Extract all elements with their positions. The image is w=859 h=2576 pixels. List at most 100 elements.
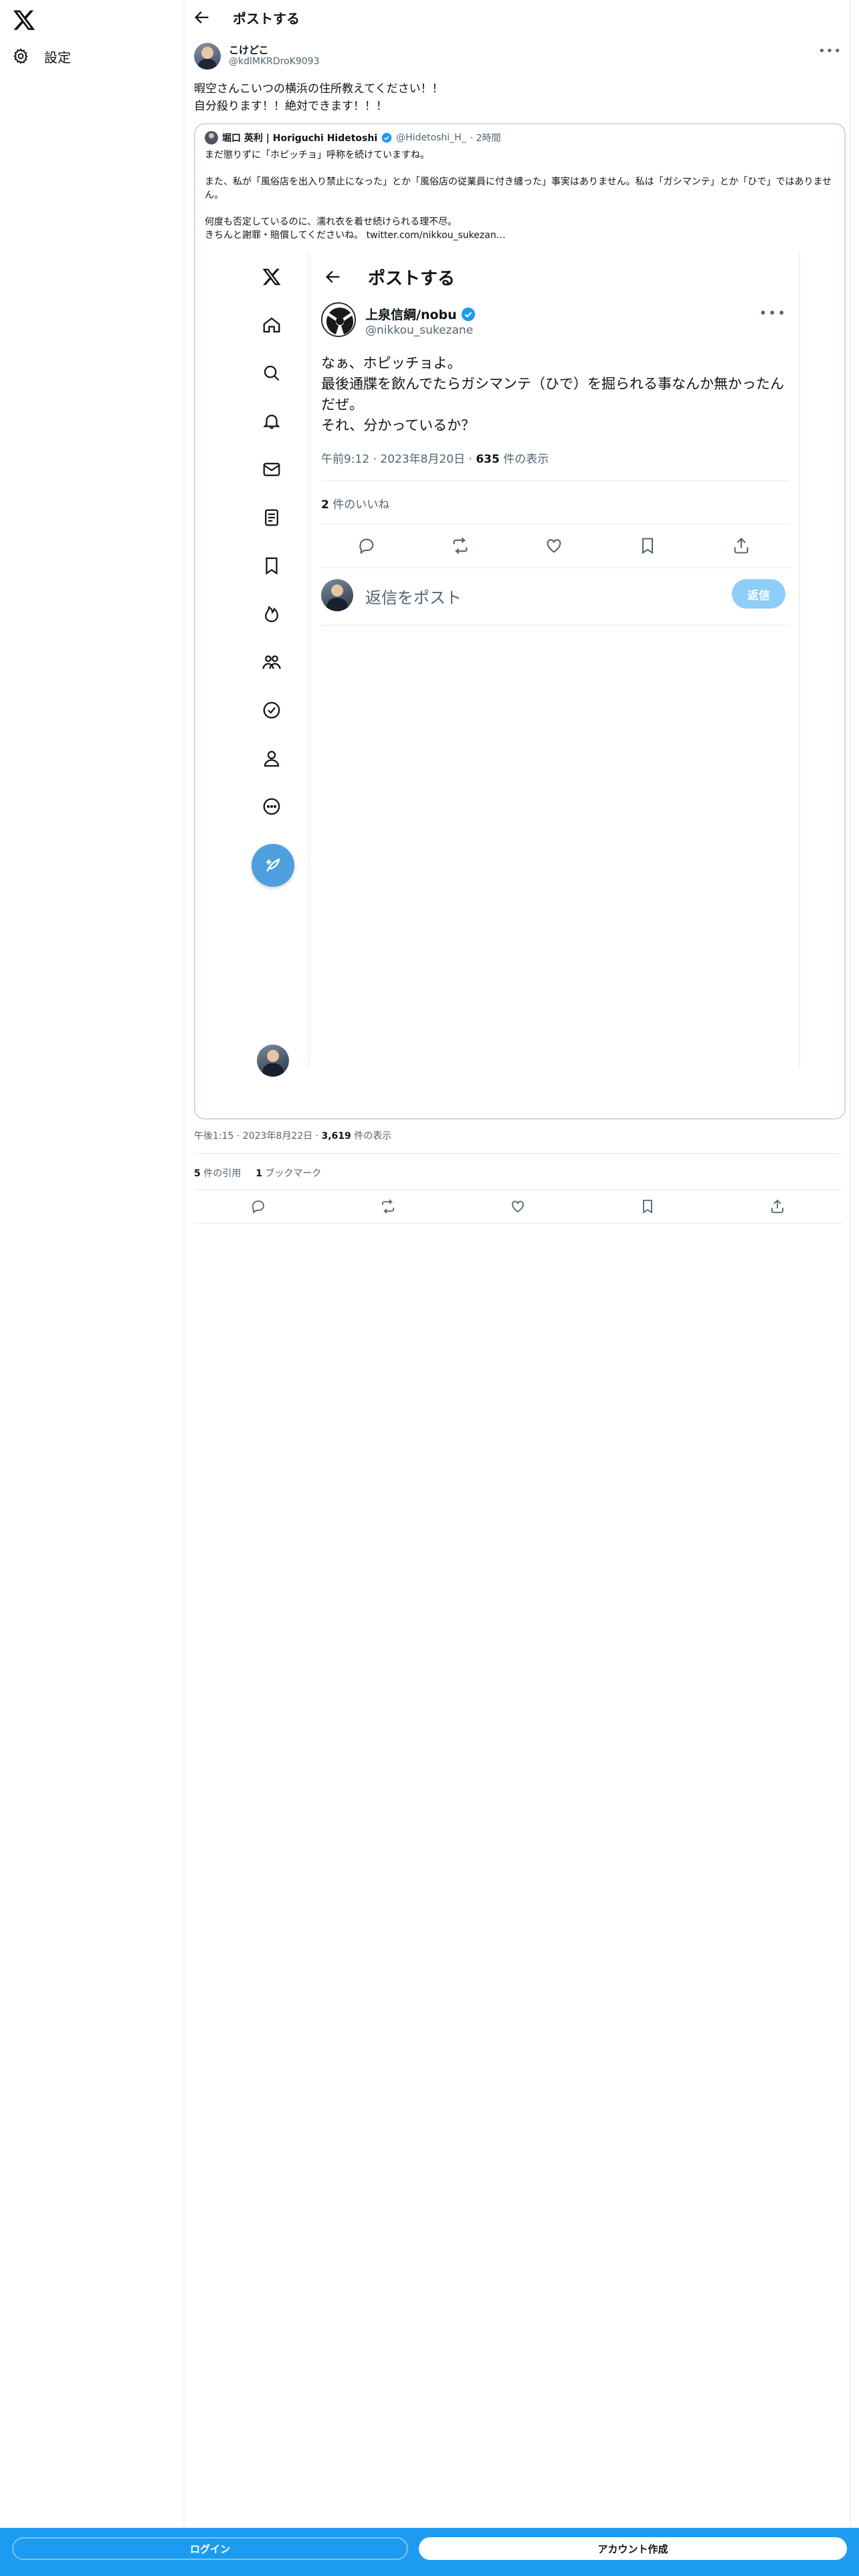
page-header: ポストする: [185, 0, 851, 36]
screenshot-x-logo-icon: [257, 262, 286, 292]
divider: [321, 567, 789, 568]
divider: [321, 523, 789, 524]
back-arrow-icon[interactable]: [193, 8, 211, 27]
search-icon: [257, 358, 286, 388]
mail-icon: [257, 455, 286, 484]
screenshot-reply-button: 返信: [732, 579, 785, 609]
screenshot-author-name-row: 上泉信綱/nobu: [365, 305, 476, 323]
screenshot-reply-avatar: [321, 579, 353, 611]
quotes-count: 5: [194, 1168, 201, 1179]
bookmarks-count: 1: [256, 1168, 262, 1179]
screenshot-back-arrow-icon: [326, 271, 340, 283]
screenshot-more-icon: •••: [759, 305, 787, 321]
screenshot-meta-views: 635: [476, 453, 500, 466]
screenshot-text-line: なぁ、ホピッチョよ。: [321, 355, 462, 371]
home-icon: [257, 310, 286, 340]
quoted-paragraph-text: きちんと謝罪・賠償してくださいね。: [205, 230, 364, 241]
post-view-label: 件の表示: [354, 1131, 392, 1142]
quoted-post-header: 堀口 英利 | Horiguchi Hidetoshi @Hidetoshi_H…: [205, 131, 501, 144]
post-text-line: 暇空さんこいつの横浜の住所教えてください！！: [194, 82, 444, 96]
quoted-author-name: 堀口 英利 | Horiguchi Hidetoshi: [222, 133, 378, 144]
like-icon: [547, 539, 561, 553]
bookmark-icon: [257, 551, 286, 580]
screenshot-reply-placeholder: 返信をポスト: [365, 588, 462, 607]
login-button[interactable]: ログイン: [12, 2537, 408, 2560]
repost-icon[interactable]: [380, 1198, 396, 1214]
signup-button[interactable]: アカウント作成: [419, 2537, 847, 2560]
divider: [321, 625, 789, 626]
post-action-bar: [194, 1196, 843, 1220]
screenshot-author-name: 上泉信綱/nobu: [365, 308, 457, 322]
list-icon: [257, 503, 286, 532]
quoted-paragraph-last: きちんと謝罪・賠償してくださいね。 twitter.com/nikkou_suk…: [205, 229, 836, 242]
screenshot-text-line: それ、分かっているか？: [321, 417, 476, 433]
main-column: ポストする こけどこ @kdlMKRDroK9093 ••• 暇空さんこいつの横…: [185, 0, 851, 2528]
bookmark-icon: [642, 538, 654, 554]
divider: [194, 1222, 843, 1224]
share-icon: [734, 538, 749, 554]
more-options-icon[interactable]: •••: [818, 44, 842, 58]
author-avatar[interactable]: [194, 43, 221, 70]
post-meta: 午後1:15 · 2023年8月22日 · 3,619 件の表示: [194, 1131, 392, 1142]
quoted-link[interactable]: twitter.com/nikkou_sukezan…: [367, 230, 506, 241]
reply-icon: [359, 538, 374, 554]
x-logo-icon[interactable]: [12, 8, 36, 32]
communities-icon: [257, 647, 286, 677]
screenshot-action-bar: [321, 532, 789, 559]
reply-icon[interactable]: [250, 1198, 266, 1214]
screenshot-post-text: なぁ、ホピッチョよ。 最後通牒を飲んでたらガシマンテ（ひで）を掘られる事なんか無…: [321, 353, 789, 436]
bookmarks-label: ブックマーク: [265, 1168, 322, 1179]
screenshot-meta-time: 午前9:12 · 2023年8月20日 ·: [321, 453, 472, 466]
page-title: ポストする: [233, 11, 300, 27]
quoted-post[interactable]: 堀口 英利 | Horiguchi Hidetoshi @Hidetoshi_H…: [194, 123, 846, 1119]
verified-badge-icon: [461, 307, 475, 321]
screenshot-author-avatar: [321, 302, 356, 337]
screenshot-likes-label: 件のいいね: [332, 498, 390, 512]
bookmark-icon[interactable]: [640, 1198, 656, 1214]
screenshot-author-handle: @nikkou_sukezane: [365, 324, 474, 337]
bell-icon: [257, 407, 286, 436]
post-stats: 5 件の引用 1 ブックマーク: [194, 1166, 321, 1180]
screenshot-title: ポストする: [368, 269, 456, 289]
screenshot-text-line: 最後通牒を飲んでたらガシマンテ（ひで）を掘られる事なんか無かったんだぜ。: [321, 376, 784, 413]
repost-icon: [453, 537, 468, 554]
nav-settings-label: 設定: [44, 49, 71, 66]
profile-icon: [257, 744, 286, 773]
divider: [194, 1189, 843, 1190]
quoted-author-avatar: [205, 131, 218, 144]
divider: [321, 480, 789, 481]
quoted-post-text: まだ懲りずに「ホピッチョ」呼称を続けていますね。 また、私が「風俗店を出入り禁止…: [205, 148, 836, 242]
quoted-paragraph: 何度も否定しているのに、濡れ衣を着せ続けられる理不尽。: [205, 217, 458, 227]
nav-settings[interactable]: 設定: [12, 43, 71, 70]
bottom-signup-bar: ログイン アカウント作成: [0, 2528, 859, 2576]
share-icon[interactable]: [769, 1198, 785, 1214]
quoted-time: · 2時間: [470, 133, 501, 144]
screenshot-user-avatar: [257, 1045, 289, 1077]
quotes-label: 件の引用: [203, 1168, 242, 1179]
more-circle-icon: [257, 792, 286, 821]
gear-icon: [13, 48, 28, 64]
post-timestamp[interactable]: 午後1:15 · 2023年8月22日: [194, 1131, 312, 1142]
post-text: 暇空さんこいつの横浜の住所教えてください！！ 自分殺ります！！絶対できます！！！: [194, 80, 836, 115]
embedded-screenshot-image: ポストする 上泉信綱/nobu @nikkou_sukezane ••• なぁ、…: [195, 253, 844, 1118]
post-view-count: 3,619: [321, 1131, 351, 1142]
author-name[interactable]: こけどこ: [229, 43, 269, 57]
screenshot-sidebar: [242, 253, 301, 1118]
like-icon[interactable]: [510, 1198, 526, 1214]
quotes-stat[interactable]: 5 件の引用: [194, 1166, 241, 1180]
author-handle[interactable]: @kdlMKRDroK9093: [229, 56, 319, 67]
post-text-line: 自分殺ります！！絶対できます！！！: [194, 100, 387, 113]
verified-badge-icon: [381, 132, 392, 143]
verified-icon: [257, 695, 286, 725]
divider: [194, 1153, 843, 1154]
quoted-paragraph: まだ懲りずに「ホピッチョ」呼称を続けていますね。: [205, 150, 430, 160]
screenshot-main-column: ポストする 上泉信綱/nobu @nikkou_sukezane ••• なぁ、…: [308, 253, 800, 1069]
screenshot-post-meta: 午前9:12 · 2023年8月20日 · 635 件の表示: [321, 449, 549, 466]
screenshot-meta-views-label: 件の表示: [503, 453, 549, 466]
bookmarks-stat: 1 ブックマーク: [256, 1166, 321, 1180]
screenshot-likes-count: 2: [321, 498, 329, 512]
screenshot-likes: 2 件のいいね: [321, 495, 389, 512]
compose-feather-icon: [252, 844, 294, 887]
left-nav: 設定: [0, 0, 185, 2576]
quoted-author-handle: @Hidetoshi_H_: [396, 132, 466, 143]
